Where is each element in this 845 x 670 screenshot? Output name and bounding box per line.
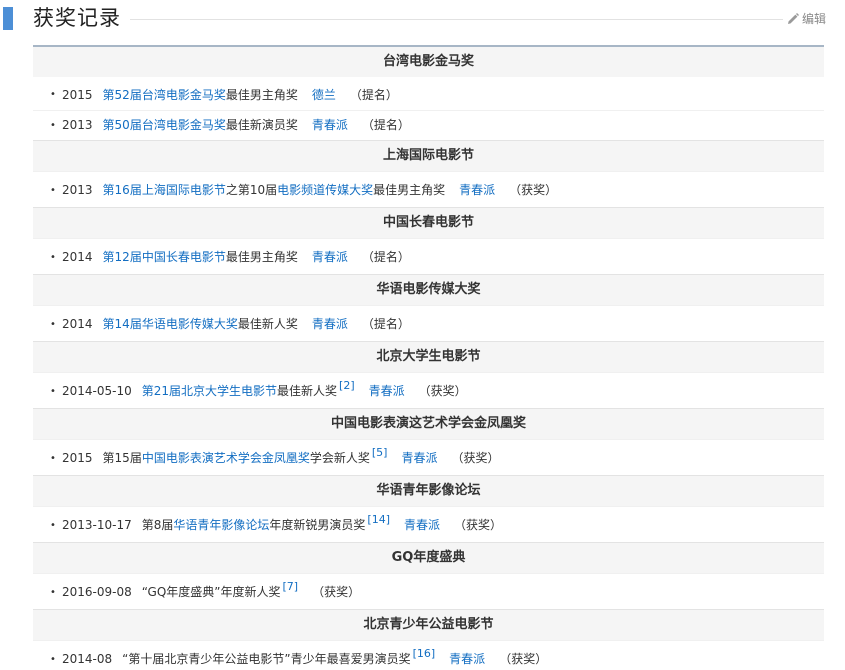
awards-table: 台湾电影金马奖 • 2015 第52届台湾电影金马奖最佳男主角奖 德兰 （提名） • 2013… [33, 45, 824, 670]
award-status: （提名） [361, 250, 410, 264]
pencil-icon [787, 13, 799, 25]
award-row: • 2013-10-17 第8届华语青年影像论坛年度新锐男演员奖 [14] 青春派 （获奖… [33, 506, 824, 542]
award-work-link[interactable]: 青春派 [369, 384, 405, 398]
citation-link[interactable]: [7] [283, 580, 299, 593]
citation-link[interactable]: [5] [372, 446, 388, 459]
award-group-title: 中国电影表演这艺术学会金凤凰奖 [33, 408, 824, 439]
award-category-text: 最佳男主角奖 [225, 88, 298, 102]
award-year: 2015 [62, 451, 93, 465]
award-subevent-link[interactable]: 电影频道传媒大奖 [277, 183, 373, 197]
section-header: 获奖记录 编辑 [0, 0, 845, 40]
award-work-link[interactable]: 青春派 [401, 451, 437, 465]
award-group-title: 台湾电影金马奖 [33, 47, 824, 77]
award-middle-text: 之第10届 [225, 183, 278, 197]
bullet-icon: • [50, 89, 56, 100]
award-group-title: 华语电影传媒大奖 [33, 274, 824, 305]
award-year: 2014 [62, 250, 93, 264]
award-category-text: 最佳男主角奖 [225, 250, 298, 264]
award-category-text: 学会新人奖 [309, 451, 370, 465]
section-title: 获奖记录 [33, 6, 121, 30]
award-work-link[interactable]: 德兰 [312, 88, 336, 102]
bullet-icon: • [50, 319, 56, 330]
award-row: • 2013 第16届上海国际电影节之第10届电影频道传媒大奖最佳男主角奖 青春派 （获… [33, 171, 824, 207]
award-year: 2013-10-17 [62, 518, 132, 532]
edit-button[interactable]: 编辑 [787, 11, 826, 27]
award-prefix-text: “第十届北京青少年公益电影节”青少年最喜爱男演员奖 [122, 652, 411, 666]
award-event-link[interactable]: 华语青年影像论坛 [173, 518, 269, 532]
citation-link[interactable]: [16] [413, 647, 436, 660]
award-status: （获奖） [312, 585, 361, 599]
award-category-text: 最佳男主角奖 [373, 183, 446, 197]
award-work-link[interactable]: 青春派 [312, 250, 348, 264]
award-event-link[interactable]: 第12届中国长春电影节 [103, 250, 226, 264]
award-work-link[interactable]: 青春派 [312, 118, 348, 132]
award-records-page: 获奖记录 编辑 台湾电影金马奖 • 2015 第52届台湾电影金马奖最佳男主角奖 德兰（… [0, 0, 845, 670]
award-group-title: 中国长春电影节 [33, 207, 824, 238]
award-row: • 2014-08 “第十届北京青少年公益电影节”青少年最喜爱男演员奖 [16] 青春派… [33, 640, 824, 670]
edit-label: 编辑 [801, 12, 826, 26]
award-work-link[interactable]: 青春派 [312, 317, 348, 331]
award-row: • 2014 第14届华语电影传媒大奖最佳新人奖 青春派 （提名） [33, 305, 824, 341]
section-accent-bar [3, 7, 13, 30]
award-prefix-text: “GQ年度盛典”年度新人奖 [141, 585, 281, 599]
award-status: （提名） [349, 88, 398, 102]
award-event-link[interactable]: 第50届台湾电影金马奖 [103, 118, 226, 132]
award-work-link[interactable]: 青春派 [459, 183, 495, 197]
bullet-icon: • [50, 185, 56, 196]
award-row: • 2014-05-10 第21届北京大学生电影节最佳新人奖 [2] 青春派 （获奖） [33, 372, 824, 408]
award-status: （获奖） [499, 652, 548, 666]
award-row: • 2015 第52届台湾电影金马奖最佳男主角奖 德兰 （提名） [33, 77, 824, 110]
award-row: • 2014 第12届中国长春电影节最佳男主角奖 青春派 （提名） [33, 238, 824, 274]
award-group-title: 北京大学生电影节 [33, 341, 824, 372]
award-year: 2014-08 [62, 652, 113, 666]
award-year: 2016-09-08 [62, 585, 132, 599]
award-status: （获奖） [454, 518, 503, 532]
award-year: 2015 [62, 88, 93, 102]
award-group-title: 北京青少年公益电影节 [33, 609, 824, 640]
award-work-link[interactable]: 青春派 [449, 652, 485, 666]
award-row: • 2013 第50届台湾电影金马奖最佳新演员奖 青春派 （提名） [33, 110, 824, 140]
award-category-text: 最佳新人奖 [237, 317, 298, 331]
bullet-icon: • [50, 453, 56, 464]
award-event-link[interactable]: 第21届北京大学生电影节 [142, 384, 277, 398]
bullet-icon: • [50, 520, 56, 531]
award-event-link[interactable]: 中国电影表演艺术学会金凤凰奖 [142, 451, 310, 465]
award-year: 2014-05-10 [62, 384, 132, 398]
award-year: 2013 [62, 118, 93, 132]
award-row: • 2015 第15届中国电影表演艺术学会金凤凰奖学会新人奖 [5] 青春派 （获奖） [33, 439, 824, 475]
citation-link[interactable]: [2] [339, 379, 355, 392]
award-category-text: 最佳新人奖 [277, 384, 338, 398]
citation-link[interactable]: [14] [367, 513, 390, 526]
award-group-title: 华语青年影像论坛 [33, 475, 824, 506]
award-status: （提名） [361, 317, 410, 331]
award-status: （获奖） [451, 451, 500, 465]
award-work-link[interactable]: 青春派 [404, 518, 440, 532]
award-category-text: 年度新锐男演员奖 [269, 518, 366, 532]
bullet-icon: • [50, 120, 56, 131]
bullet-icon: • [50, 252, 56, 263]
award-status: （获奖） [418, 384, 467, 398]
award-status: （提名） [361, 118, 410, 132]
award-group-title: GQ年度盛典 [33, 542, 824, 573]
bullet-icon: • [50, 654, 56, 665]
award-category-text: 最佳新演员奖 [225, 118, 298, 132]
award-prefix-text: 第15届 [102, 451, 142, 465]
award-group-title: 上海国际电影节 [33, 140, 824, 171]
bullet-icon: • [50, 386, 56, 397]
award-year: 2013 [62, 183, 93, 197]
section-divider [130, 19, 783, 20]
award-event-link[interactable]: 第14届华语电影传媒大奖 [103, 317, 238, 331]
award-status: （获奖） [509, 183, 558, 197]
award-event-link[interactable]: 第16届上海国际电影节 [103, 183, 226, 197]
award-year: 2014 [62, 317, 93, 331]
award-event-link[interactable]: 第52届台湾电影金马奖 [103, 88, 226, 102]
award-prefix-text: 第8届 [141, 518, 174, 532]
award-row: • 2016-09-08 “GQ年度盛典”年度新人奖 [7] （获奖） [33, 573, 824, 609]
bullet-icon: • [50, 587, 56, 598]
